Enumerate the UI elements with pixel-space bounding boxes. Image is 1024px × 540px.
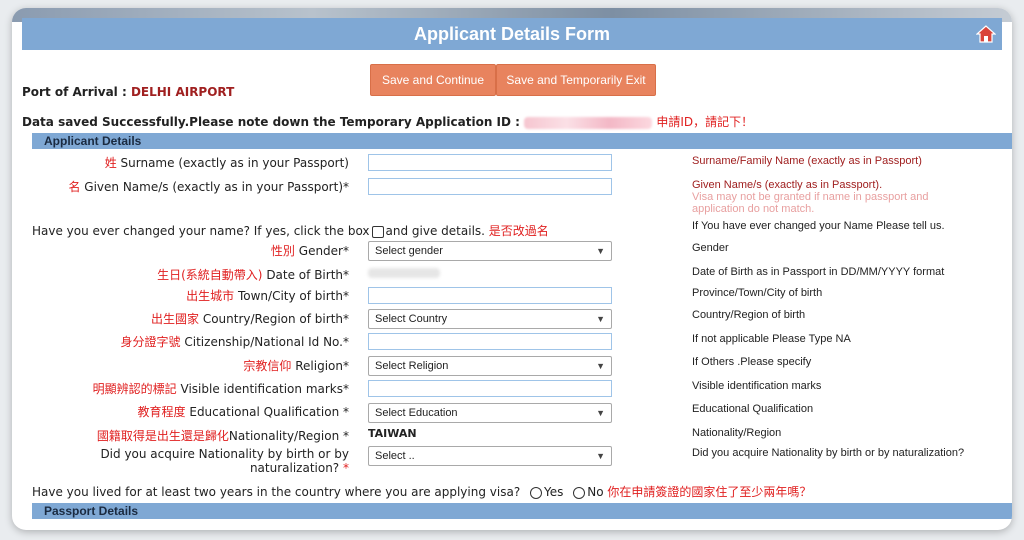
given-name-input[interactable] [368, 178, 612, 195]
port-of-arrival: Port of Arrival : DELHI AIRPORT [22, 85, 234, 99]
acquire-help: Did you acquire Nationality by birth or … [692, 447, 965, 459]
gender-select[interactable]: Select gender ▼ [368, 241, 612, 261]
chevron-down-icon: ▼ [596, 361, 605, 371]
chevron-down-icon: ▼ [596, 246, 605, 256]
chevron-down-icon: ▼ [596, 408, 605, 418]
given-name-note: Visa may not be granted if name in passp… [692, 191, 929, 215]
dob-help: Date of Birth as in Passport in DD/MM/YY… [692, 266, 945, 278]
national-id-label: 身分證字號 Citizenship/National Id No.* [120, 335, 349, 349]
form-title: Applicant Details Form [413, 24, 611, 44]
gender-label: 性別 Gender* [270, 244, 349, 258]
form-title-bar: Applicant Details Form [22, 18, 1002, 50]
temp-id-redacted [524, 116, 653, 129]
surname-help: Surname/Family Name (exactly as in Passp… [692, 155, 922, 167]
dob-label: 生日(系統自動帶入) Date of Birth* [157, 268, 349, 282]
national-id-input[interactable] [368, 333, 612, 350]
port-value: DELHI AIRPORT [130, 85, 235, 99]
nationality-help: Nationality/Region [692, 427, 782, 439]
marks-label: 明顯辨認的標記 Visible identification marks* [92, 382, 349, 396]
save-exit-button[interactable]: Save and Temporarily Exit [496, 64, 656, 96]
marks-input[interactable] [368, 380, 612, 397]
nationality-value: TAIWAN [368, 427, 417, 440]
saved-text: Data saved Successfully.Please note down… [22, 115, 520, 129]
given-name-label: 名 Given Name/s (exactly as in your Passp… [68, 180, 349, 194]
lived-row: Have you lived for at least two years in… [32, 485, 812, 499]
national-id-help: If not applicable Please Type NA [692, 333, 851, 345]
education-label: 教育程度 Educational Qualification * [137, 405, 349, 419]
town-label: 出生城市 Town/City of birth* [186, 289, 349, 303]
home-icon[interactable] [976, 24, 996, 44]
education-help: Educational Qualification [692, 403, 814, 415]
surname-input[interactable] [368, 154, 612, 171]
browser-frame: Applicant Details Form Save and Continue… [12, 8, 1012, 530]
given-name-help: Given Name/s (exactly as in Passport). [692, 179, 883, 191]
port-label: Port of Arrival : [22, 85, 127, 99]
gender-help: Gender [692, 242, 729, 254]
changed-name-help: If You have ever changed your Name Pleas… [692, 220, 945, 232]
chevron-down-icon: ▼ [596, 314, 605, 324]
town-help: Province/Town/City of birth [692, 287, 823, 299]
country-help: Country/Region of birth [692, 309, 806, 321]
lived-no-radio[interactable] [573, 486, 586, 499]
acquire-label-line2: naturalization? * [249, 461, 349, 475]
save-continue-button[interactable]: Save and Continue [370, 64, 496, 96]
changed-name-checkbox[interactable] [371, 225, 384, 238]
religion-select[interactable]: Select Religion ▼ [368, 356, 612, 376]
section-passport-details: Passport Details [32, 503, 1012, 519]
marks-help: Visible identification marks [692, 380, 822, 392]
dob-redacted-value [368, 268, 440, 278]
education-select[interactable]: Select Education ▼ [368, 403, 612, 423]
town-input[interactable] [368, 287, 612, 304]
surname-label: 姓 Surname (exactly as in your Passport) [104, 156, 349, 170]
section-applicant-details: Applicant Details [32, 133, 1012, 149]
country-label: 出生國家 Country/Region of birth* [150, 312, 349, 326]
religion-label: 宗教信仰 Religion* [243, 359, 349, 373]
saved-message: Data saved Successfully.Please note down… [22, 113, 753, 130]
acquire-label-line1: Did you acquire Nationality by birth or … [100, 447, 349, 461]
lived-yes-radio[interactable] [530, 486, 543, 499]
country-select[interactable]: Select Country ▼ [368, 309, 612, 329]
nationality-label: 國籍取得是出生還是歸化Nationality/Region * [96, 429, 349, 443]
saved-note-zh: 申請ID，請記下！ [656, 115, 754, 129]
acquire-select[interactable]: Select .. ▼ [368, 446, 612, 466]
chevron-down-icon: ▼ [596, 451, 605, 461]
changed-name-row: Have you ever changed your name? If yes,… [32, 224, 549, 238]
religion-help: If Others .Please specify [692, 356, 812, 368]
